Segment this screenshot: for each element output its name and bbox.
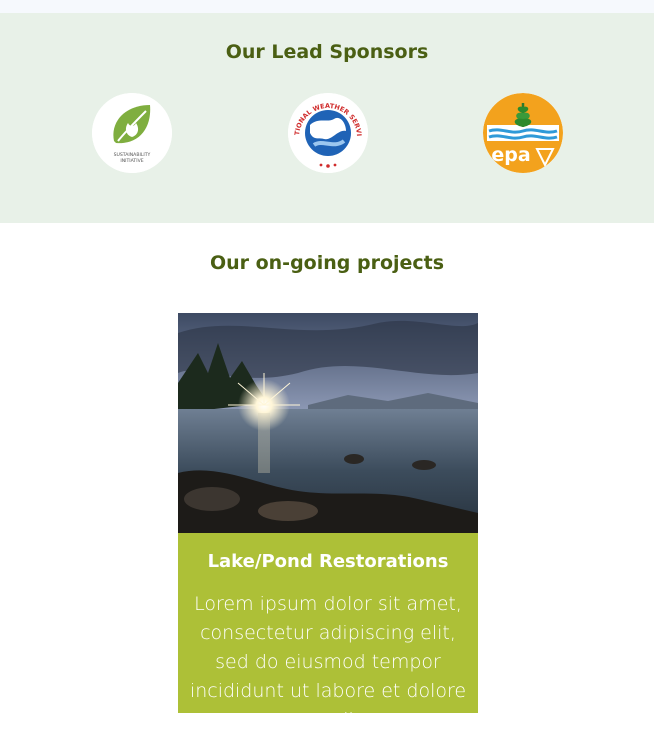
sponsors-section: Our Lead Sponsors SUSTAINABILITY INITIAT…: [0, 13, 654, 223]
sustainability-initiative-logo[interactable]: SUSTAINABILITY INITIATIVE: [92, 93, 172, 173]
svg-text:epa: epa: [491, 144, 530, 166]
project-name[interactable]: Lake/Pond Restorations: [188, 551, 468, 572]
lake-photo: [178, 313, 478, 533]
svg-text:INITIATIVE: INITIATIVE: [120, 158, 143, 164]
project-body: Lake/Pond Restorations Lorem ipsum dolor…: [178, 533, 478, 731]
national-weather-service-logo[interactable]: NATIONAL WEATHER SERVICE: [288, 93, 368, 173]
project-description: Lorem ipsum dolor sit amet, consectetur …: [189, 593, 467, 731]
epa-logo[interactable]: epa: [483, 93, 563, 173]
svg-text:SUSTAINABILITY: SUSTAINABILITY: [114, 152, 151, 158]
top-strip: [0, 0, 654, 13]
projects-title: Our on-going projects: [209, 252, 445, 274]
project-card[interactable]: Lake/Pond Restorations Lorem ipsum dolor…: [178, 313, 478, 731]
sponsors-title: Our Lead Sponsors: [225, 41, 429, 63]
